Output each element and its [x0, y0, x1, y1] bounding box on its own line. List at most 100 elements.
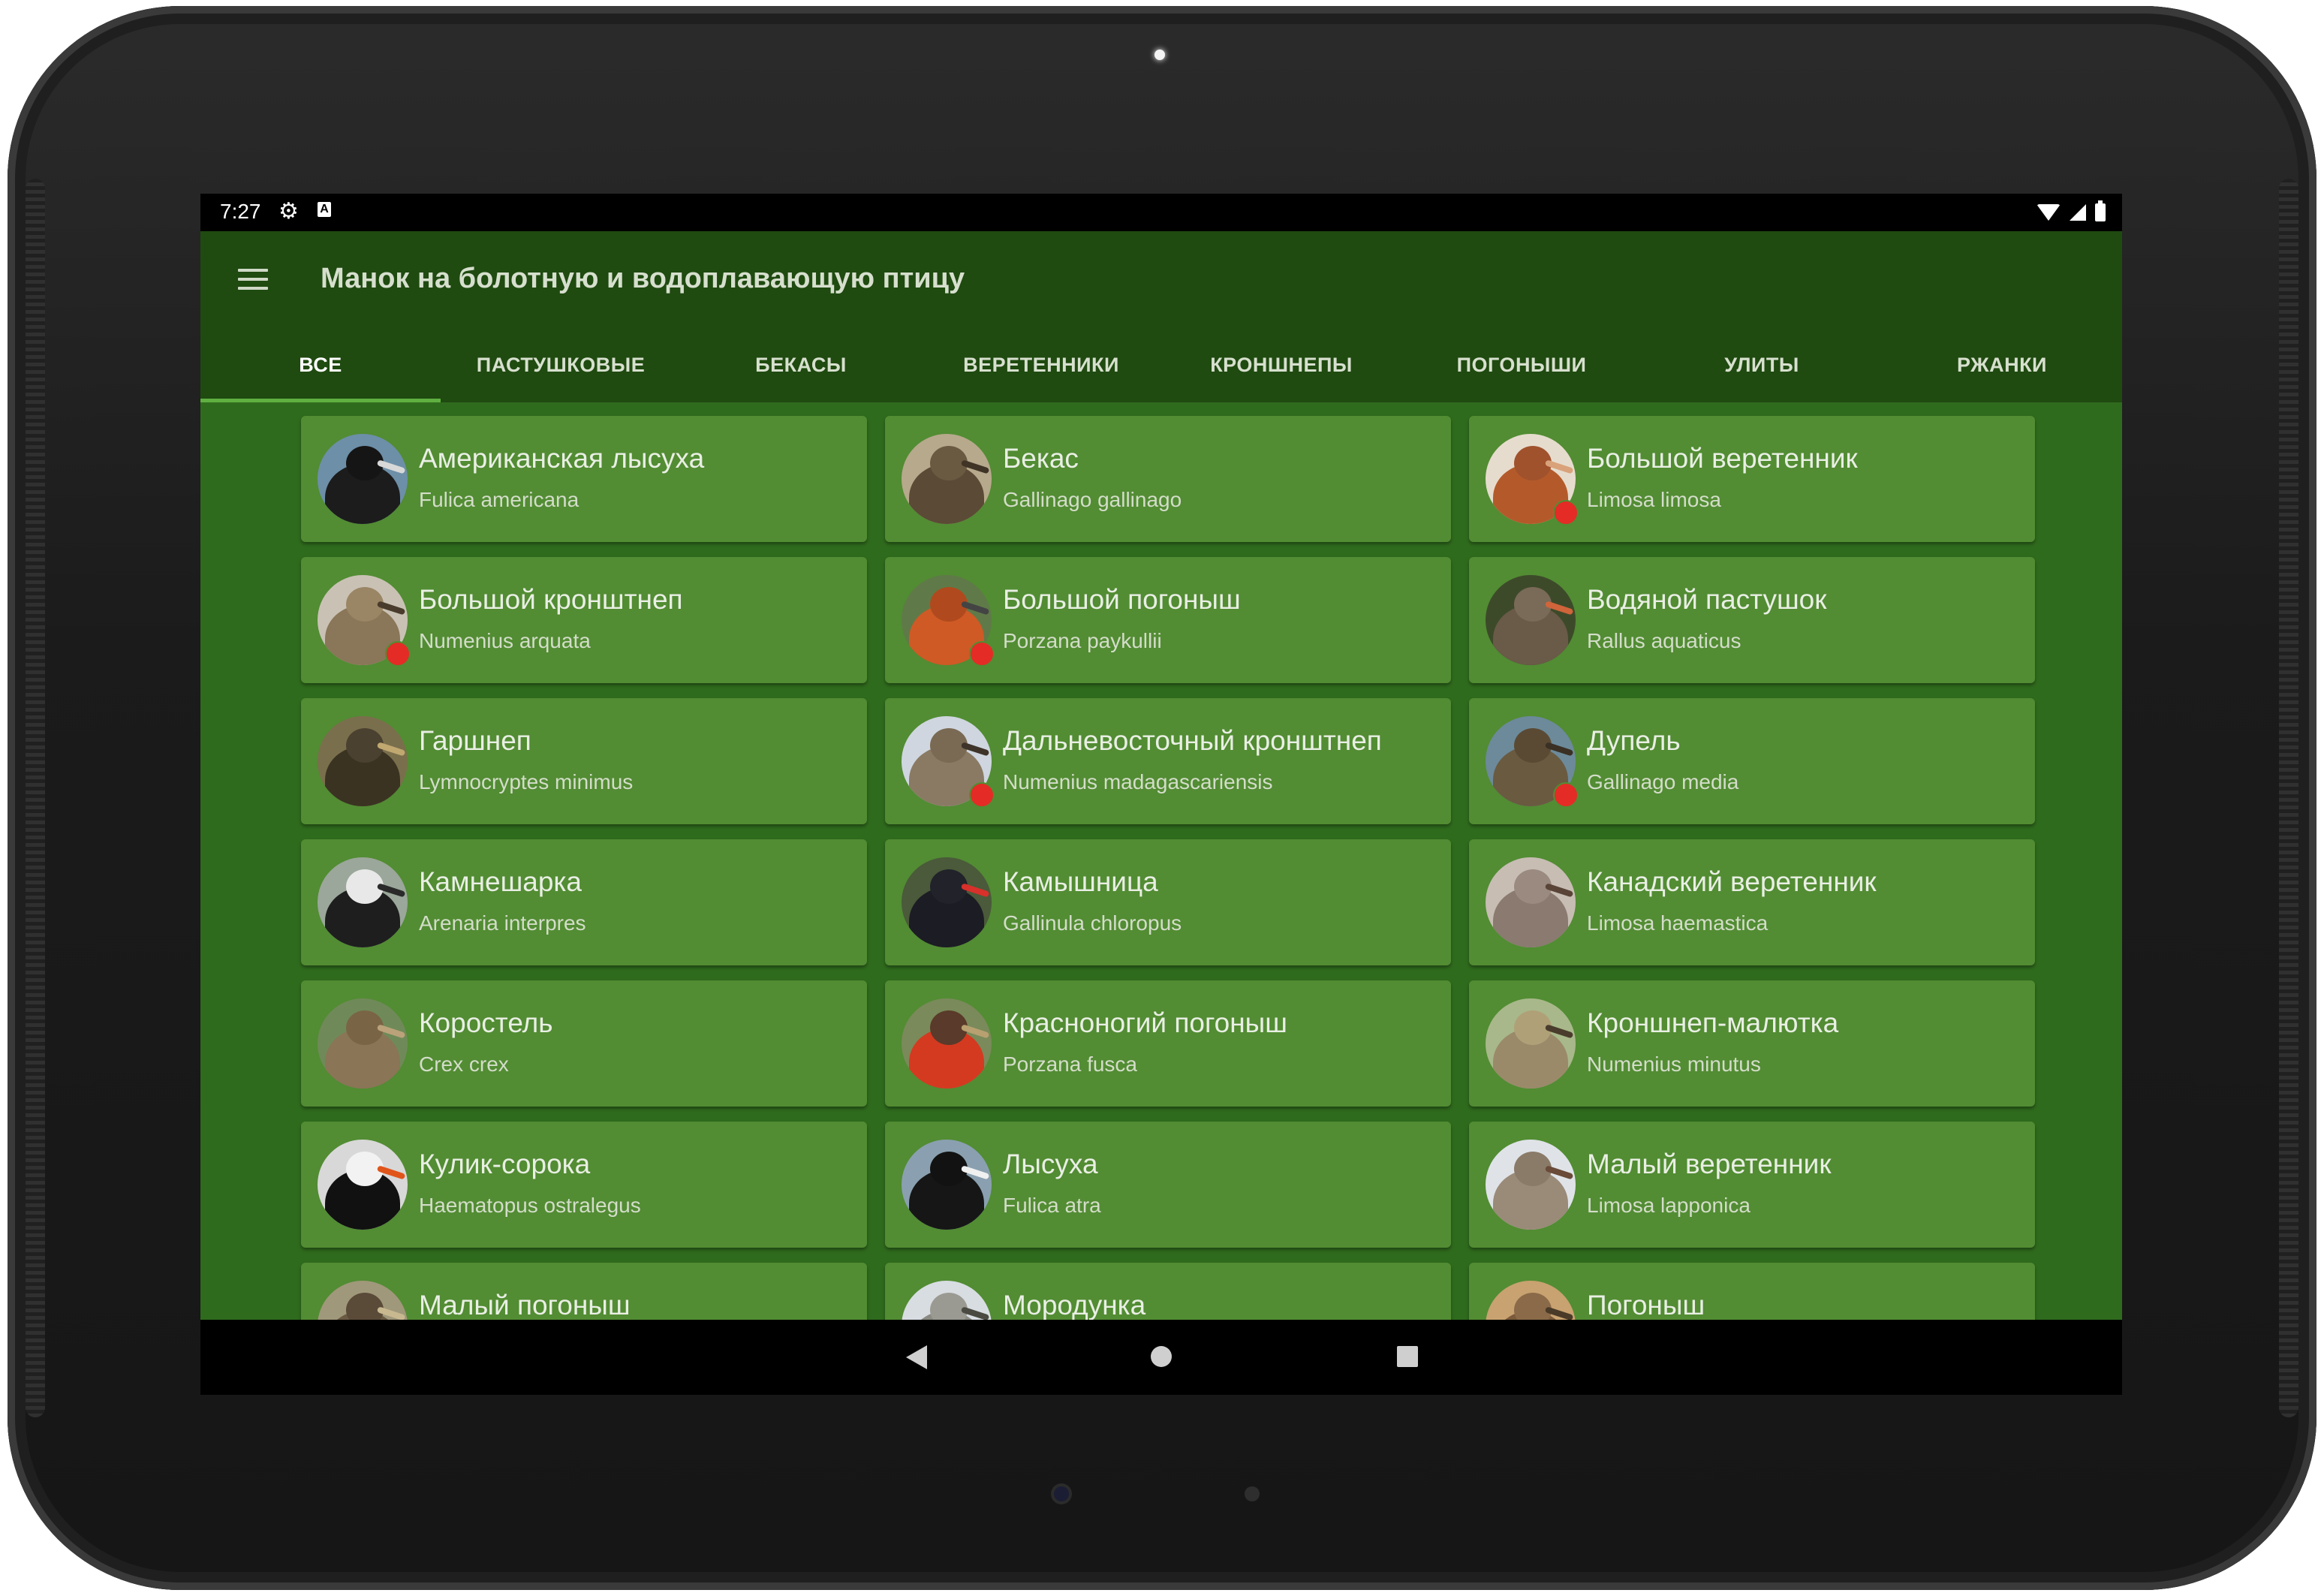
- bird-latin-name: Limosa lapponica: [1587, 1194, 1751, 1217]
- bird-card[interactable]: Гаршнеп Lymnocryptes minimus: [301, 698, 867, 824]
- speaker-grille-left: [26, 179, 45, 1417]
- home-icon[interactable]: [1151, 1346, 1172, 1367]
- recent-apps-icon[interactable]: [1397, 1346, 1418, 1367]
- bird-name: Малый погоныш: [419, 1290, 631, 1320]
- bird-name: Бекас: [1003, 443, 1079, 474]
- tab-1[interactable]: ПАСТУШКОВЫЕ: [441, 327, 681, 402]
- bird-avatar: [902, 434, 992, 524]
- bird-latin-name: Numenius minutus: [1587, 1052, 1761, 1076]
- front-camera: [1154, 50, 1165, 60]
- bird-avatar: [902, 998, 992, 1089]
- bird-name: Малый веретенник: [1587, 1149, 1832, 1179]
- bird-avatar: [1486, 857, 1576, 947]
- bird-name: Камышница: [1003, 866, 1158, 897]
- bird-latin-name: Gallinula chloropus: [1003, 911, 1182, 935]
- bird-avatar: [318, 998, 408, 1089]
- bird-name: Кулик-сорока: [419, 1149, 591, 1179]
- bird-name: Гаршнеп: [419, 725, 531, 756]
- bird-card[interactable]: Канадский веретенник Limosa haemastica: [1469, 839, 2035, 965]
- bird-card[interactable]: Бекас Gallinago gallinago: [885, 416, 1451, 542]
- bird-name: Американская лысуха: [419, 443, 705, 474]
- bird-name: Погоныш: [1587, 1290, 1705, 1320]
- bird-name: Водяной пастушок: [1587, 584, 1827, 615]
- bird-latin-name: Fulica americana: [419, 488, 579, 511]
- bird-name: Дальневосточный кронштнеп: [1003, 725, 1382, 756]
- bird-avatar: [318, 434, 408, 524]
- bird-latin-name: Arenaria interpres: [419, 911, 586, 935]
- bird-avatar: [318, 1140, 408, 1230]
- red-dot-badge: [385, 641, 411, 667]
- status-bar: 7:27 ⚙ A: [200, 194, 2122, 231]
- bird-avatar: [1486, 575, 1576, 665]
- bird-name: Канадский веретенник: [1587, 866, 1877, 897]
- bird-avatar: [318, 857, 408, 947]
- bird-latin-name: Lymnocryptes minimus: [419, 770, 634, 793]
- bird-latin-name: Fulica atra: [1003, 1194, 1101, 1217]
- red-dot-badge: [969, 641, 995, 667]
- bird-latin-name: Rallus aquaticus: [1587, 629, 1741, 652]
- back-icon[interactable]: [906, 1345, 927, 1369]
- bird-card[interactable]: Малый веретенник Limosa lapponica: [1469, 1122, 2035, 1248]
- tab-3[interactable]: ВЕРЕТЕННИКИ: [921, 327, 1161, 402]
- bird-name: Большой веретенник: [1587, 443, 1858, 474]
- bird-card[interactable]: Американская лысуха Fulica americana: [301, 416, 867, 542]
- bird-latin-name: Porzana paykullii: [1003, 629, 1162, 652]
- bird-card[interactable]: Красноногий погоныш Porzana fusca: [885, 980, 1451, 1107]
- bird-avatar: [318, 716, 408, 806]
- bird-latin-name: Haematopus ostralegus: [419, 1194, 641, 1217]
- sensor-dot: [1245, 1486, 1260, 1501]
- navigation-bar: [200, 1320, 2122, 1395]
- bird-avatar: [902, 857, 992, 947]
- wifi-icon: [2037, 204, 2061, 221]
- tab-6[interactable]: УЛИТЫ: [1642, 327, 1882, 402]
- red-dot-badge: [1553, 782, 1579, 808]
- tab-7[interactable]: РЖАНКИ: [1882, 327, 2122, 402]
- bird-avatar: [1486, 998, 1576, 1089]
- bird-name: Большой погоныш: [1003, 584, 1241, 615]
- bird-card[interactable]: Водяной пастушок Rallus aquaticus: [1469, 557, 2035, 683]
- sensor-lens: [1051, 1483, 1072, 1504]
- bird-latin-name: Crex crex: [419, 1052, 509, 1076]
- bird-name: Мородунка: [1003, 1290, 1146, 1320]
- red-dot-badge: [969, 782, 995, 808]
- bird-card[interactable]: Кроншнеп-малютка Numenius minutus: [1469, 980, 2035, 1107]
- bird-avatar: [902, 1140, 992, 1230]
- bird-latin-name: Limosa haemastica: [1587, 911, 1769, 935]
- app-title: Манок на болотную и водоплавающую птицу: [321, 263, 965, 294]
- bird-card[interactable]: Большой веретенник Limosa limosa: [1469, 416, 2035, 542]
- bird-name: Кроншнеп-малютка: [1587, 1007, 1839, 1038]
- bird-latin-name: Porzana fusca: [1003, 1052, 1137, 1076]
- bird-card[interactable]: Лысуха Fulica atra: [885, 1122, 1451, 1248]
- menu-icon[interactable]: [238, 269, 268, 290]
- bird-name: Лысуха: [1003, 1149, 1098, 1179]
- speaker-grille-right: [2279, 179, 2298, 1417]
- bird-card[interactable]: Большой кронштнеп Numenius arquata: [301, 557, 867, 683]
- bird-card[interactable]: Камышница Gallinula chloropus: [885, 839, 1451, 965]
- status-time: 7:27: [220, 200, 261, 223]
- red-dot-badge: [1553, 500, 1579, 525]
- notification-a-icon: A: [318, 202, 331, 217]
- bird-name: Коростель: [419, 1007, 553, 1038]
- bird-card[interactable]: Дальневосточный кронштнеп Numenius madaga…: [885, 698, 1451, 824]
- bird-name: Красноногий погоныш: [1003, 1007, 1287, 1038]
- screen: 7:27 ⚙ A Манок на болотную и водоплавающ…: [200, 194, 2122, 1395]
- tab-2[interactable]: БЕКАСЫ: [681, 327, 921, 402]
- signal-icon: [2070, 204, 2086, 221]
- tab-4[interactable]: КРОНШНЕПЫ: [1161, 327, 1401, 402]
- tab-0[interactable]: ВСЕ: [200, 327, 441, 402]
- bird-card[interactable]: Дупель Gallinago media: [1469, 698, 2035, 824]
- bird-grid: Американская лысуха Fulica americana Бекас…: [301, 416, 2035, 1395]
- bird-latin-name: Gallinago gallinago: [1003, 488, 1182, 511]
- bird-name: Камнешарка: [419, 866, 582, 897]
- bird-card[interactable]: Кулик-сорока Haematopus ostralegus: [301, 1122, 867, 1248]
- tab-5[interactable]: ПОГОНЫШИ: [1401, 327, 1642, 402]
- bird-avatar: [1486, 1140, 1576, 1230]
- bird-card[interactable]: Коростель Crex crex: [301, 980, 867, 1107]
- battery-icon: [2095, 200, 2106, 221]
- bird-latin-name: Numenius madagascariensis: [1003, 770, 1273, 793]
- gear-icon: ⚙: [278, 199, 299, 224]
- bird-latin-name: Gallinago media: [1587, 770, 1739, 793]
- bird-name: Дупель: [1587, 725, 1681, 756]
- bird-card[interactable]: Большой погоныш Porzana paykullii: [885, 557, 1451, 683]
- bird-card[interactable]: Камнешарка Arenaria interpres: [301, 839, 867, 965]
